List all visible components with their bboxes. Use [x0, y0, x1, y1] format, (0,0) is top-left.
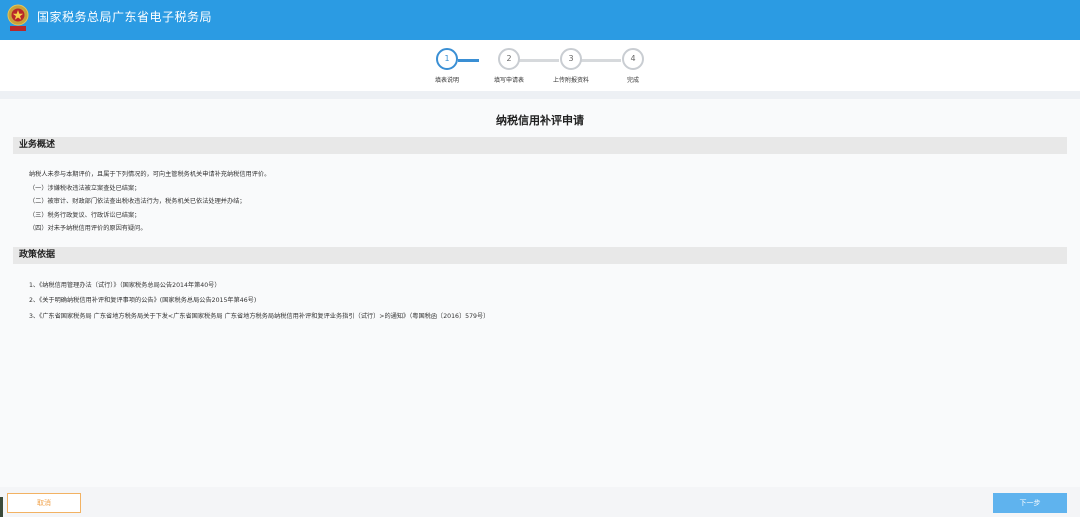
overview-intro: 纳税人未参与本期评价，且属于下列情况的，可向主管税务机关申请补充纳税信用评价。 — [29, 171, 271, 178]
list-item: （二）被审计、财政部门依法查出税收违法行为，税务机关已依法处理并办结； — [29, 198, 246, 205]
step-number: 4 — [622, 48, 644, 70]
section-heading-policy: 政策依据 — [13, 247, 1067, 264]
step-number: 3 — [560, 48, 582, 70]
footer-bar: 取消 下一步 — [0, 487, 1080, 517]
main-content: 纳税信用补评申请 业务概述 纳税人未参与本期评价，且属于下列情况的，可向主管税务… — [0, 99, 1080, 487]
step-label: 完成 — [626, 77, 639, 84]
step-4: 4 完成 — [593, 40, 673, 84]
site-title: 国家税务总局广东省电子税务局 — [37, 10, 213, 24]
list-item: （一）涉嫌税收违法被立案查处已结案； — [29, 185, 141, 192]
divider — [0, 91, 1080, 99]
list-item: （四）对未予纳税信用评价的原因有疑问。 — [29, 225, 147, 232]
edge-marker — [0, 497, 3, 517]
list-item: 2、《关于明确纳税信用补评和复评事项的公告》(国家税务总局公告2015年第46号… — [29, 297, 257, 304]
section-heading-text: 业务概述 — [19, 140, 56, 150]
section-heading-overview: 业务概述 — [13, 137, 1067, 154]
step-number: 2 — [498, 48, 520, 70]
tax-emblem-icon — [7, 4, 29, 31]
cancel-button[interactable]: 取消 — [7, 493, 81, 513]
list-item: 1、《纳税信用管理办法（试行）》（国家税务总局公告2014年第40号） — [29, 282, 221, 289]
list-item: 3、《广东省国家税务局 广东省地方税务局关于下发<广东省国家税务局 广东省地方税… — [29, 313, 490, 320]
header-bar: 国家税务总局广东省电子税务局 — [0, 0, 1080, 40]
step-number: 1 — [436, 48, 458, 70]
page-title: 纳税信用补评申请 — [496, 114, 584, 127]
progress-steps: 1 填表说明 2 填写申请表 3 上传附报资料 4 完成 — [0, 40, 1080, 91]
next-step-button[interactable]: 下一步 — [993, 493, 1067, 513]
list-item: （三）税务行政复议、行政诉讼已结案； — [29, 212, 141, 219]
section-heading-text: 政策依据 — [19, 250, 56, 260]
